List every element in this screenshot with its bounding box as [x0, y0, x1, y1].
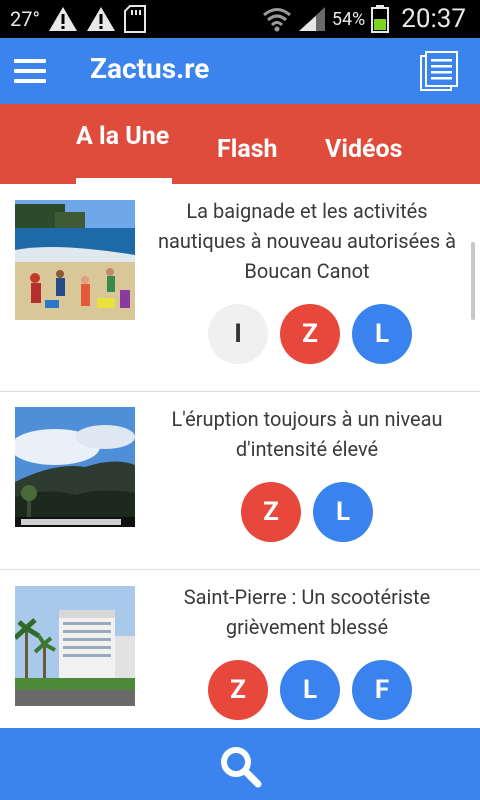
scrollbar-thumb[interactable] — [471, 242, 475, 320]
warning-icon — [48, 7, 77, 31]
clock-time: 20:37 — [401, 4, 466, 34]
status-left: 27° — [10, 0, 146, 38]
hamburger-menu-icon[interactable] — [14, 59, 46, 83]
article-feed[interactable]: La baignade et les activités nautiques à… — [0, 184, 480, 728]
search-icon[interactable] — [218, 744, 262, 788]
tab-flash[interactable]: Flash — [217, 135, 278, 164]
source-badges: Z L F — [208, 660, 412, 720]
source-badge-z[interactable]: Z — [241, 482, 301, 542]
article-thumbnail-beach[interactable] — [15, 200, 135, 320]
source-badge-f[interactable]: F — [352, 660, 412, 720]
status-right: 54% 20:37 — [262, 0, 466, 38]
article-headline[interactable]: L'éruption toujours à un niveau d'intens… — [148, 404, 466, 464]
source-badge-z[interactable]: Z — [208, 660, 268, 720]
article-thumbnail-volcano[interactable] — [15, 407, 135, 527]
bottom-bar — [0, 728, 480, 800]
app-title: Zactus.re — [90, 52, 210, 85]
source-badge-l[interactable]: L — [352, 304, 412, 364]
signal-icon — [298, 7, 325, 31]
source-badge-l[interactable]: L — [280, 660, 340, 720]
sd-card-icon — [123, 5, 146, 33]
temperature-text: 27° — [10, 7, 40, 31]
tab-a-la-une[interactable]: A la Une — [76, 122, 169, 151]
article-item[interactable]: Saint-Pierre : Un scootériste grièvement… — [0, 570, 480, 728]
status-bar: 27° 54% 20:37 — [0, 0, 480, 38]
battery-icon — [371, 5, 390, 33]
article-item[interactable]: La baignade et les activités nautiques à… — [0, 184, 480, 392]
wifi-icon — [262, 8, 291, 32]
article-thumbnail-building[interactable] — [15, 586, 135, 706]
source-badge-i[interactable]: I — [208, 304, 268, 364]
article-item[interactable]: L'éruption toujours à un niveau d'intens… — [0, 392, 480, 570]
article-headline[interactable]: La baignade et les activités nautiques à… — [148, 196, 466, 286]
app-bar: Zactus.re — [0, 38, 480, 104]
source-badge-l[interactable]: L — [313, 482, 373, 542]
battery-percent: 54% — [331, 8, 366, 30]
article-headline[interactable]: Saint-Pierre : Un scootériste grièvement… — [148, 582, 466, 642]
tab-bar: A la Une Flash Vidéos — [0, 104, 480, 184]
source-badge-z[interactable]: Z — [280, 304, 340, 364]
warning-icon — [86, 7, 115, 31]
source-badges: I Z L — [208, 304, 412, 364]
source-badges: Z L — [241, 482, 373, 542]
newspaper-icon[interactable] — [420, 51, 458, 91]
tab-videos[interactable]: Vidéos — [325, 135, 402, 164]
